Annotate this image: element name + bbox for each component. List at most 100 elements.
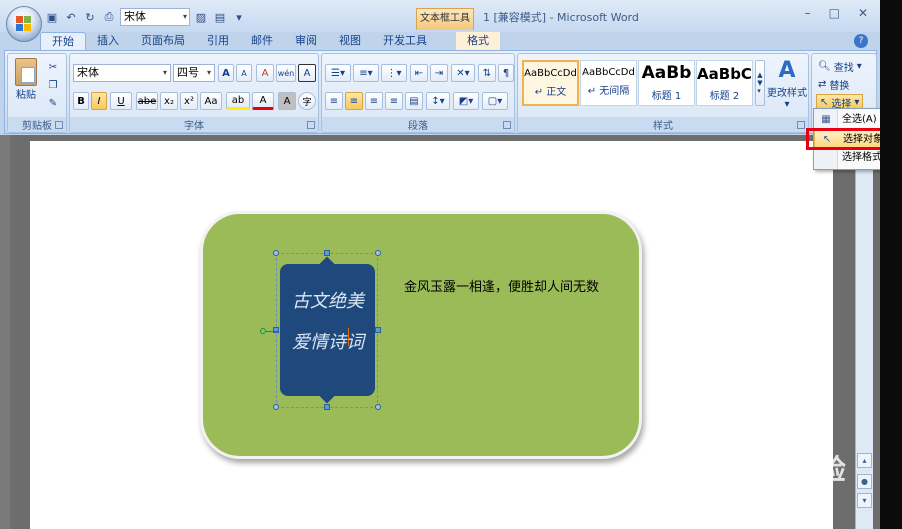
find-button[interactable]: 🔍︎ 查找 ▾ [818,58,862,74]
font-size-select[interactable]: 四号 ▾ [173,64,215,82]
tab-home[interactable]: 开始 [40,32,86,50]
tab-developer[interactable]: 开发工具 [372,32,438,50]
scroll-browse-object-icon[interactable]: ● [857,474,872,489]
undo-icon[interactable]: ↶ [63,9,79,25]
subscript-button[interactable]: x₂ [160,92,178,110]
paragraph-launcher-icon[interactable] [503,121,511,129]
enclose-char-button[interactable]: 字 [298,92,316,110]
resize-handle[interactable] [273,250,279,256]
align-right-icon[interactable]: ≡ [365,92,383,110]
clipboard-launcher-icon[interactable] [55,121,63,129]
sort-icon[interactable]: ⇅ [478,64,496,82]
paint-icon[interactable]: ▨ [193,9,209,25]
strikethrough-button[interactable]: abe [136,92,158,110]
font-name-select[interactable]: 宋体 ▾ [73,64,171,82]
redo-icon[interactable]: ↻ [82,9,98,25]
resize-handle[interactable] [375,250,381,256]
vertical-scrollbar[interactable]: ▴ ● ▾ [855,135,873,529]
green-rounded-shape[interactable] [200,211,642,459]
align-center-icon[interactable]: ≡ [345,92,363,110]
styles-launcher-icon[interactable] [797,121,805,129]
distributed-icon[interactable]: ▤ [405,92,423,110]
shading-icon[interactable]: ◩▾ [453,92,479,110]
qat-font-box[interactable]: 宋体 ▾ [120,8,190,26]
tab-format[interactable]: 格式 [456,32,500,50]
body-text[interactable]: 金风玉露一相逢，便胜却人间无数 [404,278,624,298]
style-sample: AaBbCcDd [582,67,635,78]
char-border-button[interactable]: A [298,64,316,82]
bold-button[interactable]: B [73,92,89,110]
grow-font-button[interactable]: A [218,64,234,82]
paragraph-group: ☰▾ ≡▾ ⋮▾ ⇤ ⇥ ✕▾ ⇅ ¶ ≡ ≡ ≡ ≡ ▤ ↕▾ ◩▾ ▢▾ 段… [321,53,515,133]
tab-insert[interactable]: 插入 [86,32,130,50]
watermark-url: jingyan.baidu.com [694,496,805,510]
scroll-next-page-icon[interactable]: ▾ [857,493,872,508]
italic-button[interactable]: I [91,92,107,110]
font-launcher-icon[interactable] [307,121,315,129]
clipboard-group: 粘贴 ✂ ❐ ✎ 剪贴板 [7,53,67,133]
tab-page-layout[interactable]: 页面布局 [130,32,196,50]
rotate-line [266,331,278,332]
open-icon[interactable]: ▤ [212,9,228,25]
tab-references[interactable]: 引用 [196,32,240,50]
print-preview-icon[interactable]: ⎙ [101,9,117,25]
style-no-spacing[interactable]: AaBbCcDd ↵ 无间隔 [580,60,637,106]
bullets-icon[interactable]: ☰▾ [325,64,351,82]
tab-mailings[interactable]: 邮件 [240,32,284,50]
shrink-font-button[interactable]: A [236,64,252,82]
resize-handle[interactable] [273,327,279,333]
increase-indent-icon[interactable]: ⇥ [430,64,448,82]
replace-button[interactable]: ⇄ 替换 [818,76,849,92]
resize-handle[interactable] [375,404,381,410]
numbering-icon[interactable]: ≡▾ [353,64,379,82]
style-name: 标题 2 [709,91,740,102]
show-marks-icon[interactable]: ¶ [498,64,514,82]
maximize-button[interactable]: □ [829,6,840,20]
copy-icon[interactable]: ❐ [44,76,62,94]
close-button[interactable]: ✕ [858,6,868,20]
cut-icon[interactable]: ✂ [44,58,62,76]
decrease-indent-icon[interactable]: ⇤ [410,64,428,82]
underline-button[interactable]: U [110,92,132,110]
change-case-button[interactable]: Aa [200,92,222,110]
resize-handle[interactable] [375,327,381,333]
scroll-prev-page-icon[interactable]: ▴ [857,453,872,468]
find-icon: 🔍︎ [818,60,831,72]
char-shading-button[interactable]: A [278,92,296,110]
qat-customize-icon[interactable]: ▾ [231,9,247,25]
highlight-button[interactable]: ab [226,92,250,110]
resize-handle[interactable] [273,404,279,410]
line-spacing-icon[interactable]: ↕▾ [426,92,450,110]
textbox-text[interactable]: 古文绝美 爱情诗词 [292,281,372,363]
save-icon[interactable]: ▣ [44,9,60,25]
tab-view[interactable]: 视图 [328,32,372,50]
window-title: 1 [兼容模式] - Microsoft Word [483,11,639,24]
justify-icon[interactable]: ≡ [385,92,403,110]
office-button[interactable] [6,6,42,42]
tab-review[interactable]: 审阅 [284,32,328,50]
styles-scroll-icon[interactable]: ▲ ▼ ▾ [755,60,765,106]
resize-handle[interactable] [324,250,330,256]
superscript-button[interactable]: x² [180,92,198,110]
multilevel-list-icon[interactable]: ⋮▾ [381,64,407,82]
font-color-button[interactable]: A [252,92,274,110]
style-heading-1[interactable]: AaBb 标题 1 [638,60,695,106]
menu-item-select-similar-format[interactable]: 选择格式相似的文本 [814,149,880,167]
paragraph-group-title: 段落 [322,117,514,132]
borders-icon[interactable]: ▢▾ [482,92,508,110]
paste-button[interactable]: 粘贴 [12,58,40,101]
style-heading-2[interactable]: AaBbC 标题 2 [696,60,753,106]
menu-item-select-all[interactable]: ▦ 全选(A) [814,111,880,129]
format-painter-icon[interactable]: ✎ [44,94,62,112]
resize-handle[interactable] [324,404,330,410]
clear-format-button[interactable]: A [256,64,274,82]
textbox-tools-header: 文本框工具 [416,8,474,30]
pinyin-guide-button[interactable]: wén [276,64,296,82]
chinese-layout-icon[interactable]: ✕▾ [451,64,475,82]
help-icon[interactable]: ? [854,34,868,48]
font-group: 宋体 ▾ 四号 ▾ A A A wén A B I U abe x₂ x² Aa a… [69,53,319,133]
change-styles-button[interactable]: A 更改样式 ▾ [766,58,808,110]
style-normal[interactable]: AaBbCcDd ↵ 正文 [522,60,579,106]
align-left-icon[interactable]: ≡ [325,92,343,110]
minimize-button[interactable]: – [805,6,811,20]
